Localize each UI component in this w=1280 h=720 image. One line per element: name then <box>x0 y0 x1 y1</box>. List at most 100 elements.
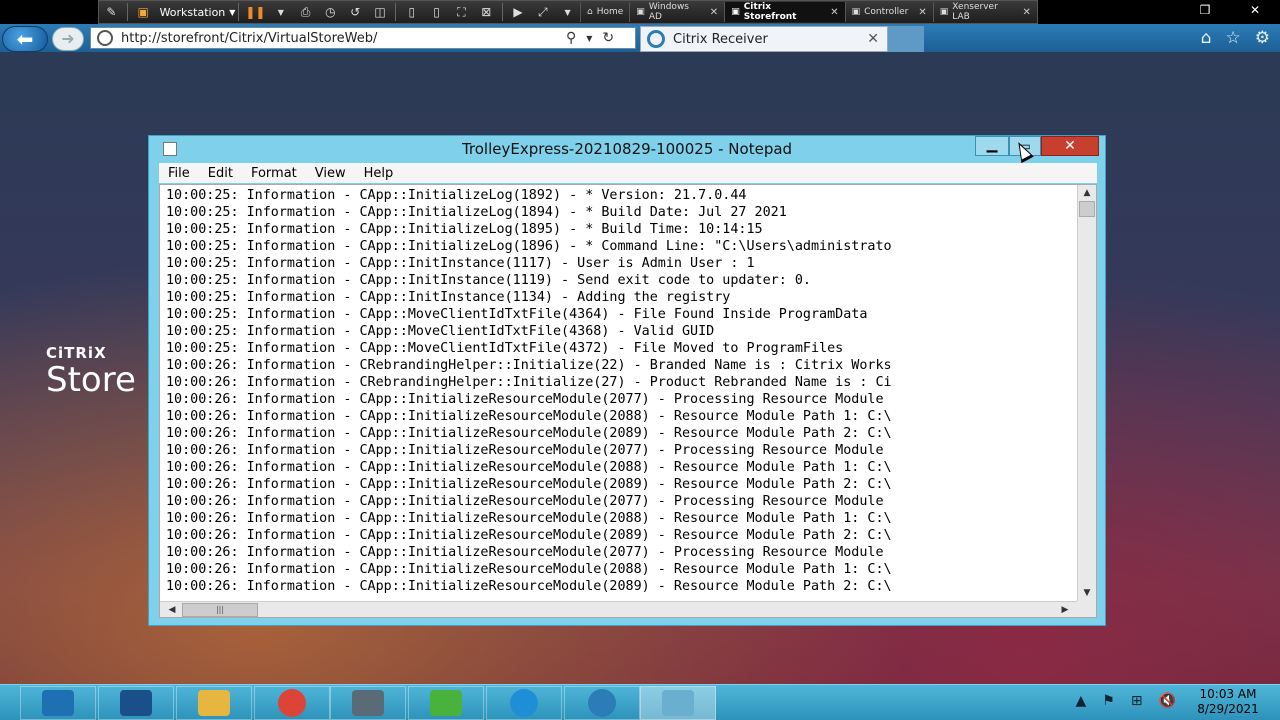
chevron-down-icon[interactable]: ▼ <box>271 3 290 21</box>
browser-tab[interactable]: Citrix Receiver ✕ <box>640 26 888 52</box>
vm-tab-home[interactable]: ⌂ Home <box>580 2 629 22</box>
revert-snapshot-icon[interactable]: ↺ <box>346 3 365 21</box>
page-icon <box>97 30 113 46</box>
address-bar[interactable]: http://storefront/Citrix/VirtualStoreWeb… <box>90 27 636 49</box>
pause-icon[interactable]: ❚❚ <box>245 3 265 21</box>
notepad-editor[interactable]: 10:00:25: Information - CApp::Initialize… <box>159 184 1097 618</box>
close-icon[interactable]: ✕ <box>710 7 718 18</box>
gear-icon[interactable]: ⚙ <box>1255 28 1270 48</box>
favorites-icon[interactable]: ☆ <box>1226 28 1241 48</box>
address-input[interactable]: http://storefront/Citrix/VirtualStoreWeb… <box>121 31 561 46</box>
new-tab-button[interactable] <box>888 26 924 52</box>
scroll-right-icon[interactable]: ▶ <box>1057 602 1073 617</box>
scroll-down-icon[interactable]: ▼ <box>1078 585 1096 601</box>
menu-file[interactable]: File <box>159 166 199 181</box>
log-line: 10:00:25: Information - CApp::MoveClient… <box>166 324 715 339</box>
scroll-corner <box>1077 601 1096 617</box>
log-line: 10:00:26: Information - CApp::Initialize… <box>166 545 892 560</box>
restore-icon[interactable]: ❐ <box>1180 0 1230 20</box>
thumbnail-icon[interactable]: ▯ <box>427 3 446 21</box>
vm-workstation-bar: ✎ ▣ Workstation ▼ ❚❚ ▼ ⎙ ◷ ↺ ◫ ▯ ▯ ⛶ ⊠ ▶… <box>0 0 1280 24</box>
close-icon[interactable]: ✕ <box>867 31 879 47</box>
taskbar-powershell[interactable] <box>98 686 174 720</box>
library-icon[interactable]: ▯ <box>402 3 421 21</box>
store-wordmark: Store <box>46 360 136 400</box>
vm-icon: ▣ <box>939 7 949 17</box>
taskbar-server-manager[interactable] <box>20 686 96 720</box>
close-icon[interactable]: ✕ <box>1230 0 1280 20</box>
arrow-right-icon: ➜ <box>61 29 75 48</box>
scroll-left-icon[interactable]: ◀ <box>164 602 180 617</box>
toolbar-divider <box>395 3 397 21</box>
notepad-titlebar[interactable]: TrolleyExpress-20210829-100025 - Notepad… <box>149 136 1105 162</box>
vm-tab-windows-ad[interactable]: ▣ Windows AD ✕ <box>629 2 724 22</box>
citrix-director-icon <box>430 690 462 716</box>
search-icon[interactable]: ⚲ <box>566 30 576 46</box>
horizontal-scrollbar[interactable]: ◀ ||| ▶ <box>160 601 1077 617</box>
snapshot-manager-icon[interactable]: ◫ <box>371 3 390 21</box>
citrix-receiver-icon <box>647 30 665 48</box>
taskbar-file-explorer[interactable] <box>176 686 252 720</box>
vm-tab-controller[interactable]: ▣ Controller ✕ <box>844 2 933 22</box>
vm-icon: ▣ <box>731 7 740 17</box>
show-hidden-icons-icon[interactable]: ▲ <box>1075 693 1086 709</box>
vm-tab-citrix-storefront[interactable]: ▣ Citrix Storefront ✕ <box>724 2 845 22</box>
scroll-up-icon[interactable]: ▲ <box>1078 185 1096 201</box>
unity-icon[interactable]: ⊠ <box>477 3 496 21</box>
clock[interactable]: 10:03 AM 8/29/2021 <box>1182 687 1274 717</box>
citrix-store-logo: CiTRiX Store <box>46 344 136 400</box>
close-icon[interactable]: ✕ <box>918 7 926 18</box>
fullscreen-icon[interactable]: ⛶ <box>452 3 471 21</box>
chevron-down-icon[interactable]: ▼ <box>586 34 592 43</box>
send-keys-icon[interactable]: ⎙ <box>296 3 315 21</box>
chevron-down-icon[interactable]: ▼ <box>558 3 577 21</box>
workstation-label: Workstation <box>159 5 226 19</box>
menu-format[interactable]: Format <box>242 166 306 181</box>
stretch-icon[interactable]: ⤢ <box>533 3 552 21</box>
taskbar-chrome[interactable] <box>254 686 330 720</box>
minimize-button[interactable]: ▁ <box>975 136 1009 156</box>
log-line: 10:00:26: Information - CApp::Initialize… <box>166 494 892 509</box>
home-icon: ⌂ <box>587 7 593 17</box>
folder-icon <box>198 690 230 716</box>
snapshot-icon[interactable]: ◷ <box>321 3 340 21</box>
close-icon[interactable]: ✕ <box>1022 7 1030 18</box>
notepad-window: TrolleyExpress-20210829-100025 - Notepad… <box>148 135 1106 626</box>
scroll-thumb[interactable]: ||| <box>182 603 258 617</box>
close-icon[interactable]: ✕ <box>830 7 838 18</box>
vm-tab-xenserver-lab[interactable]: ▣ Xenserver LAB ✕ <box>932 2 1037 22</box>
forward-button[interactable]: ➜ <box>52 27 84 51</box>
log-line: 10:00:25: Information - CApp::Initialize… <box>166 205 787 220</box>
menu-edit[interactable]: Edit <box>199 166 242 181</box>
back-button[interactable]: ⬅ <box>2 26 48 52</box>
home-icon[interactable]: ⌂ <box>1201 28 1212 48</box>
refresh-icon[interactable]: ↻ <box>602 30 614 46</box>
menu-view[interactable]: View <box>306 166 355 181</box>
vertical-scrollbar[interactable]: ▲ ▼ <box>1077 185 1096 601</box>
browser-actions: ⌂ ☆ ⚙ <box>1201 28 1270 48</box>
close-button[interactable]: ✕ <box>1041 136 1099 156</box>
speaker-muted-icon[interactable]: 🔇 <box>1159 693 1176 709</box>
taskbar-internet-explorer[interactable] <box>486 686 562 720</box>
vm-toolbar: ✎ ▣ Workstation ▼ ❚❚ ▼ ⎙ ◷ ↺ ◫ ▯ ▯ ⛶ ⊠ ▶… <box>98 0 1038 24</box>
log-line: 10:00:26: Information - CApp::Initialize… <box>166 443 892 458</box>
network-icon[interactable]: ⊞ <box>1131 693 1143 709</box>
arrow-left-icon: ⬅ <box>16 27 34 51</box>
pin-icon[interactable]: ✎ <box>102 3 121 21</box>
log-line: 10:00:26: Information - CRebrandingHelpe… <box>166 358 892 373</box>
log-line: 10:00:25: Information - CApp::Initialize… <box>166 188 747 203</box>
log-text-area[interactable]: 10:00:25: Information - CApp::Initialize… <box>166 187 1071 599</box>
taskbar-citrix-studio[interactable] <box>330 686 406 720</box>
workstation-menu[interactable]: Workstation ▼ <box>160 6 236 19</box>
taskbar-citrix-receiver[interactable] <box>564 686 640 720</box>
console-icon[interactable]: ▶ <box>509 3 528 21</box>
scroll-thumb[interactable] <box>1079 201 1095 217</box>
flag-icon[interactable]: ⚑ <box>1102 693 1115 709</box>
close-icon: ✕ <box>1064 138 1076 154</box>
taskbar-citrix-director[interactable] <box>408 686 484 720</box>
menu-help[interactable]: Help <box>355 166 403 181</box>
notepad-menubar: File Edit Format View Help <box>159 163 1097 183</box>
log-line: 10:00:26: Information - CApp::Initialize… <box>166 562 892 577</box>
taskbar-notepad[interactable] <box>640 686 716 720</box>
clock-time: 10:03 AM <box>1199 687 1257 701</box>
